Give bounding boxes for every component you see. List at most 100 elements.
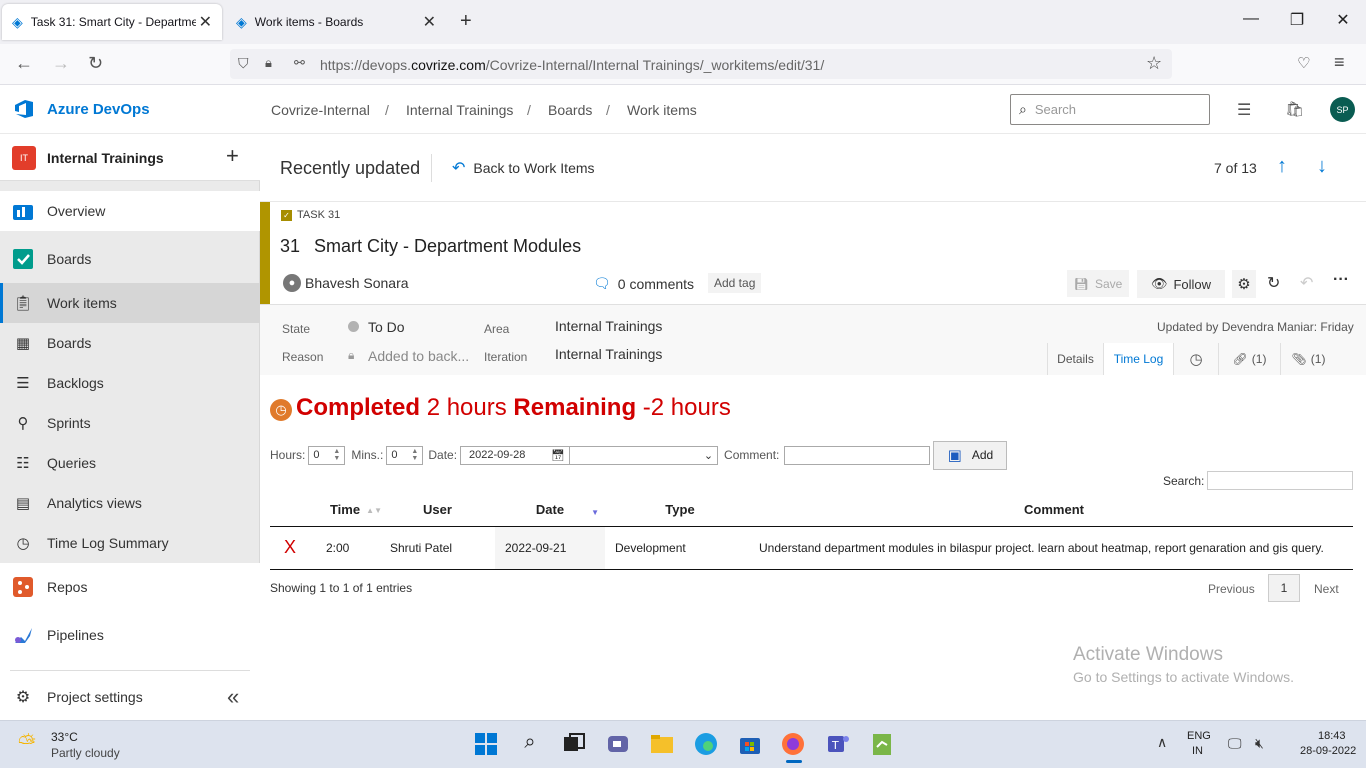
back-to-work-items-link[interactable]: ↶ Back to Work Items (452, 158, 595, 178)
previous-page-button[interactable]: Previous (1208, 582, 1255, 596)
breadcrumb-project[interactable]: Internal Trainings (406, 102, 513, 118)
teams-chat-icon[interactable] (605, 731, 631, 757)
column-user[interactable]: User (380, 494, 495, 527)
reload-icon[interactable]: ↻ (88, 53, 103, 74)
sidebar-item-backlogs[interactable]: ☰ Backlogs (0, 363, 260, 403)
date-input[interactable]: 2022-09-28 📅︎ (460, 445, 571, 465)
tab-history[interactable]: ◷ (1173, 343, 1218, 375)
sidebar-item-work-items[interactable]: 📋︎ Work items (0, 283, 260, 323)
region-indicator[interactable]: IN (1192, 745, 1203, 757)
lock-icon[interactable]: 🔒︎ (265, 55, 272, 71)
edge-icon[interactable] (693, 731, 719, 757)
sidebar-item-sprints[interactable]: ⚲ Sprints (0, 403, 260, 443)
work-item-title[interactable]: Smart City - Department Modules (314, 236, 581, 257)
next-item-arrow-icon[interactable]: ↓ (1317, 155, 1327, 178)
mins-stepper[interactable]: 0 ▲ ▼ (386, 445, 424, 465)
clock-time[interactable]: 18:43 (1318, 730, 1346, 742)
back-icon[interactable]: ← (15, 53, 33, 74)
comments-link[interactable]: 🗨︎ 0 comments (593, 275, 694, 292)
page-1-button[interactable]: 1 (1268, 574, 1300, 602)
forward-icon[interactable]: → (52, 53, 70, 74)
permissions-icon[interactable]: ⚯ (294, 55, 305, 71)
bookmark-star-icon[interactable]: ☆ (1146, 53, 1162, 74)
tab-details[interactable]: Details (1047, 343, 1103, 375)
breadcrumb-boards[interactable]: Boards (548, 102, 592, 118)
weather-desc[interactable]: Partly cloudy (51, 746, 120, 760)
tab-links[interactable]: 🔗︎ (1) (1218, 343, 1280, 375)
minimize-icon[interactable]: — (1239, 10, 1263, 28)
language-indicator[interactable]: ENG (1187, 730, 1211, 742)
comment-input[interactable] (784, 445, 931, 465)
settings-gear-icon[interactable]: ⚙ (1232, 270, 1256, 298)
sidebar-item-time-log-summary[interactable]: ◷ Time Log Summary (0, 523, 260, 563)
weather-temp[interactable]: 33°C (51, 730, 78, 744)
breadcrumb-org[interactable]: Covrize-Internal (271, 102, 370, 118)
save-button[interactable]: 💾︎ Save (1067, 270, 1129, 297)
teams-icon[interactable]: T (825, 731, 851, 757)
windows-start-icon[interactable] (473, 731, 499, 757)
more-actions-icon[interactable]: ··· (1333, 271, 1349, 289)
column-comment[interactable]: Comment (755, 494, 1353, 527)
add-tag-button[interactable]: Add tag (708, 273, 762, 293)
table-search-input[interactable] (1207, 471, 1353, 490)
area-value[interactable]: Internal Trainings (555, 318, 662, 334)
spinner-icon[interactable]: ▲ ▼ (411, 448, 418, 462)
weather-icon[interactable]: ⛅︎ (18, 730, 36, 756)
refresh-icon[interactable]: ↻ (1267, 273, 1280, 293)
assignee[interactable]: Bhavesh Sonara (305, 275, 409, 291)
tab-time-log[interactable]: Time Log (1103, 343, 1173, 375)
new-tab-icon[interactable]: + (460, 10, 472, 33)
product-name[interactable]: Azure DevOps (47, 101, 150, 118)
azure-devops-logo-icon[interactable] (13, 98, 35, 120)
search-icon[interactable]: ⌕ (517, 731, 543, 757)
menu-icon[interactable]: ≡ (1334, 52, 1345, 73)
add-icon[interactable]: + (226, 143, 239, 169)
sidebar-item-analytics-views[interactable]: ▤ Analytics views (0, 483, 260, 523)
next-page-button[interactable]: Next (1314, 582, 1339, 596)
column-date[interactable]: Date ▼ (495, 494, 605, 527)
column-type[interactable]: Type (605, 494, 755, 527)
network-icon[interactable]: 🖵︎ (1228, 735, 1242, 752)
close-icon[interactable]: ✕ (199, 12, 212, 32)
revert-icon[interactable]: ↶ (1300, 273, 1313, 293)
store-icon[interactable] (737, 731, 763, 757)
search-input[interactable]: ⌕ Search (1010, 94, 1210, 125)
previous-item-arrow-icon[interactable]: ↑ (1277, 155, 1287, 178)
tab-work-items[interactable]: ◈ Work items - Boards ✕ (226, 4, 446, 40)
volume-muted-icon[interactable]: 🔇︎ (1255, 735, 1264, 752)
state-value[interactable]: To Do (368, 319, 405, 335)
close-window-icon[interactable]: ✕ (1331, 10, 1355, 30)
sidebar-item-repos[interactable]: Repos (0, 567, 260, 607)
updated-by[interactable]: Updated by Devendra Maniar: Friday (1157, 320, 1354, 334)
clock-date[interactable]: 28-09-2022 (1300, 745, 1356, 757)
calendar-icon[interactable]: 📅︎ (551, 449, 565, 462)
avatar[interactable]: SP (1330, 97, 1355, 122)
tab-attachments[interactable]: 📎︎ (1) (1280, 343, 1336, 375)
sidebar-item-board[interactable]: ▦ Boards (0, 323, 260, 363)
follow-button[interactable]: 👁︎ Follow (1137, 270, 1225, 298)
type-select[interactable]: ⌄ (570, 445, 719, 465)
marketplace-bag-icon[interactable]: 🛍︎ (1285, 100, 1304, 118)
sidebar-item-overview[interactable]: Overview (0, 191, 260, 231)
column-time[interactable]: Time ▲▼ (310, 494, 382, 527)
delete-entry-button[interactable]: X (270, 526, 310, 570)
notepad-icon[interactable] (869, 731, 895, 757)
task-view-icon[interactable] (561, 731, 587, 757)
tab-task-31[interactable]: ◈ Task 31: Smart City - Departmen ✕ (2, 4, 222, 40)
firefox-icon[interactable] (780, 731, 806, 757)
sidebar-item-queries[interactable]: ☷ Queries (0, 443, 260, 483)
file-explorer-icon[interactable] (649, 731, 675, 757)
breadcrumb-work-items[interactable]: Work items (627, 102, 697, 118)
pocket-icon[interactable]: ♡ (1297, 54, 1310, 72)
shield-icon[interactable]: ⛉ (238, 55, 249, 72)
list-settings-icon[interactable]: ☰ (1237, 100, 1251, 120)
iteration-value[interactable]: Internal Trainings (555, 346, 662, 362)
restore-icon[interactable]: ❐ (1285, 10, 1309, 30)
close-icon[interactable]: ✕ (423, 12, 436, 32)
sidebar-item-project-settings[interactable]: ⚙ Project settings (0, 677, 260, 717)
add-button[interactable]: ▣ Add (933, 440, 1008, 470)
sidebar-item-pipelines[interactable]: Pipelines (0, 615, 260, 655)
collapse-sidebar-icon[interactable]: « (227, 684, 239, 710)
hours-stepper[interactable]: 0 ▲ ▼ (308, 445, 346, 465)
sidebar-item-boards[interactable]: Boards (0, 239, 260, 279)
